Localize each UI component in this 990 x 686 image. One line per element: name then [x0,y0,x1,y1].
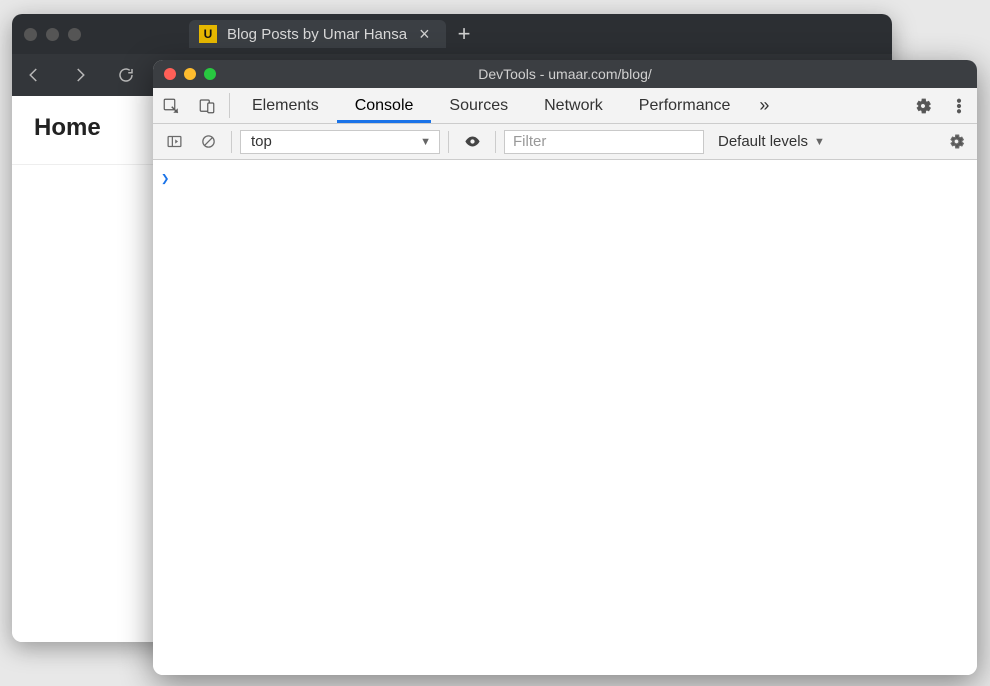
toggle-sidebar-icon[interactable] [159,133,189,150]
traffic-close[interactable] [164,68,176,80]
context-value: top [251,133,272,150]
filter-input[interactable]: Filter [504,130,704,154]
filter-placeholder: Filter [513,133,546,150]
tab-console[interactable]: Console [337,88,432,123]
tab-network[interactable]: Network [526,88,621,123]
reload-button[interactable] [110,59,142,91]
forward-button[interactable] [64,59,96,91]
chevron-down-icon: ▼ [814,136,825,148]
kebab-menu-icon[interactable] [941,88,977,123]
traffic-min-dim[interactable] [46,28,59,41]
devtools-traffic-lights [153,68,227,80]
devtools-window: DevTools - umaar.com/blog/ Elements Cons… [153,60,977,675]
traffic-close-dim[interactable] [24,28,37,41]
separator [495,131,496,153]
clear-console-icon[interactable] [193,133,223,150]
devtools-tabs: Elements Console Sources Network Perform… [153,88,977,124]
more-tabs-icon[interactable]: » [748,88,780,123]
live-expression-icon[interactable] [457,133,487,150]
separator [231,131,232,153]
console-settings-icon[interactable] [941,133,971,150]
tab-sources[interactable]: Sources [431,88,526,123]
browser-tab-title: Blog Posts by Umar Hansa [227,26,407,43]
traffic-maximize[interactable] [204,68,216,80]
log-levels-select[interactable]: Default levels ▼ [708,133,829,150]
separator [448,131,449,153]
browser-traffic-lights [12,28,93,41]
separator [229,93,230,118]
back-button[interactable] [18,59,50,91]
traffic-max-dim[interactable] [68,28,81,41]
device-toggle-icon[interactable] [189,88,225,123]
console-body[interactable] [153,160,977,675]
levels-label: Default levels [718,133,808,150]
tab-close-icon[interactable]: × [417,24,432,45]
settings-gear-icon[interactable] [905,88,941,123]
console-prompt-icon [161,171,169,187]
browser-tab[interactable]: U Blog Posts by Umar Hansa × [189,20,446,48]
tab-performance[interactable]: Performance [621,88,749,123]
favicon-icon: U [199,25,217,43]
inspect-element-icon[interactable] [153,88,189,123]
devtools-title: DevTools - umaar.com/blog/ [153,66,977,82]
traffic-minimize[interactable] [184,68,196,80]
chevron-down-icon: ▼ [420,136,431,148]
console-toolbar: top ▼ Filter Default levels ▼ [153,124,977,160]
devtools-titlebar: DevTools - umaar.com/blog/ [153,60,977,88]
tab-elements[interactable]: Elements [234,88,337,123]
new-tab-button[interactable]: + [446,19,483,49]
browser-titlebar: U Blog Posts by Umar Hansa × + [12,14,892,54]
context-select[interactable]: top ▼ [240,130,440,154]
